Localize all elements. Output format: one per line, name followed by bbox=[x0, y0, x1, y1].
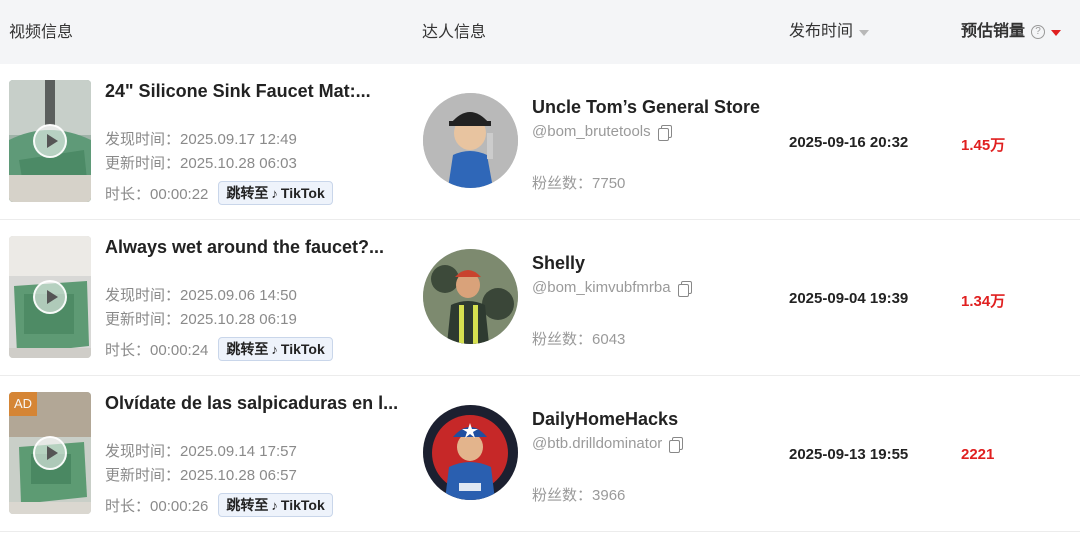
creator-name[interactable]: Uncle Tom’s General Store bbox=[532, 97, 760, 118]
discovered-value: 2025.09.06 14:50 bbox=[180, 287, 297, 304]
follower-count: 粉丝数：6043 bbox=[532, 328, 625, 349]
creator-name[interactable]: Shelly bbox=[532, 253, 585, 274]
publish-time: 2025-09-04 19:39 bbox=[789, 290, 909, 307]
discovered-value: 2025.09.14 17:57 bbox=[180, 443, 297, 460]
video-title[interactable]: Always wet around the faucet?... bbox=[105, 237, 384, 258]
video-title[interactable]: Olvídate de las salpicaduras en l... bbox=[105, 393, 398, 414]
creator-handle: @btb.drilldominator bbox=[532, 435, 684, 453]
duration-label: 时长： bbox=[105, 341, 151, 359]
duration: 时长：00:00:24 bbox=[105, 339, 208, 360]
tiktok-icon: ♪ bbox=[271, 185, 278, 201]
publish-time: 2025-09-13 19:55 bbox=[789, 446, 909, 463]
discovered-value: 2025.09.17 12:49 bbox=[180, 131, 297, 148]
jump-to-tiktok-button[interactable]: 跳转至 ♪ TikTok bbox=[218, 493, 333, 517]
sort-down-icon[interactable] bbox=[859, 30, 870, 36]
column-header-creator-info: 达人信息 bbox=[422, 24, 487, 41]
duration: 时长：00:00:26 bbox=[105, 495, 208, 516]
avatar[interactable] bbox=[423, 405, 518, 500]
discovered-label: 发现时间： bbox=[105, 443, 181, 460]
follower-count: 粉丝数：3966 bbox=[532, 484, 625, 505]
copy-icon[interactable] bbox=[677, 280, 692, 297]
discovered-label: 发现时间： bbox=[105, 287, 181, 304]
estimated-sales-label: 预估销量 bbox=[961, 23, 1026, 40]
jump-to-tiktok-button[interactable]: 跳转至 ♪ TikTok bbox=[218, 181, 333, 205]
jump-to-label: 跳转至 bbox=[226, 497, 269, 513]
publish-time: 2025-09-16 20:32 bbox=[789, 134, 909, 151]
updated-label: 更新时间： bbox=[105, 155, 181, 172]
duration-value: 00:00:24 bbox=[150, 341, 209, 359]
discovered-time: 发现时间：2025.09.17 12:49 bbox=[105, 128, 297, 149]
avatar-image bbox=[423, 405, 518, 500]
video-title[interactable]: 24" Silicone Sink Faucet Mat:... bbox=[105, 81, 371, 102]
updated-value: 2025.10.28 06:03 bbox=[180, 155, 297, 172]
estimated-sales: 2221 bbox=[961, 446, 995, 463]
fans-value: 3966 bbox=[592, 487, 626, 504]
fans-label: 粉丝数： bbox=[532, 487, 593, 504]
sort-down-icon[interactable] bbox=[1051, 30, 1062, 36]
duration-row: 时长：00:00:22 跳转至 ♪ TikTok bbox=[105, 181, 333, 205]
avatar-image bbox=[423, 93, 518, 188]
fans-label: 粉丝数： bbox=[532, 331, 593, 348]
ad-badge: AD bbox=[9, 392, 37, 416]
duration-label: 时长： bbox=[105, 185, 151, 203]
fans-value: 7750 bbox=[592, 175, 626, 192]
table-header: 视频信息 达人信息 发布时间 预估销量 ? bbox=[0, 0, 1080, 64]
table-row: AD Olvídate de las salpicaduras en l... … bbox=[0, 376, 1080, 532]
fans-label: 粉丝数： bbox=[532, 175, 593, 192]
jump-to-label: 跳转至 bbox=[226, 341, 269, 357]
publish-time-label: 发布时间 bbox=[789, 23, 854, 40]
video-thumbnail[interactable] bbox=[9, 236, 91, 358]
duration-row: 时长：00:00:24 跳转至 ♪ TikTok bbox=[105, 337, 333, 361]
creator-handle-text: @bom_kimvubfmrba bbox=[532, 279, 671, 296]
tiktok-label: TikTok bbox=[280, 341, 325, 357]
copy-icon[interactable] bbox=[669, 436, 684, 453]
creator-handle-text: @btb.drilldominator bbox=[532, 435, 663, 452]
table-row: 24" Silicone Sink Faucet Mat:... 发现时间：20… bbox=[0, 64, 1080, 220]
video-thumbnail[interactable] bbox=[9, 80, 91, 202]
duration-value: 00:00:22 bbox=[150, 185, 209, 203]
play-icon[interactable] bbox=[33, 124, 67, 158]
estimated-sales: 1.45万 bbox=[961, 137, 1006, 154]
updated-label: 更新时间： bbox=[105, 467, 181, 484]
tiktok-label: TikTok bbox=[280, 185, 325, 201]
table-row: Always wet around the faucet?... 发现时间：20… bbox=[0, 220, 1080, 376]
jump-to-tiktok-button[interactable]: 跳转至 ♪ TikTok bbox=[218, 337, 333, 361]
discovered-time: 发现时间：2025.09.14 17:57 bbox=[105, 440, 297, 461]
updated-value: 2025.10.28 06:19 bbox=[180, 311, 297, 328]
column-header-publish-time[interactable]: 发布时间 bbox=[789, 0, 870, 64]
column-header-estimated-sales[interactable]: 预估销量 ? bbox=[961, 0, 1062, 64]
fans-value: 6043 bbox=[592, 331, 626, 348]
discovered-label: 发现时间： bbox=[105, 131, 181, 148]
creator-handle: @bom_kimvubfmrba bbox=[532, 279, 692, 297]
updated-label: 更新时间： bbox=[105, 311, 181, 328]
play-icon[interactable] bbox=[33, 280, 67, 314]
video-thumbnail[interactable]: AD bbox=[9, 392, 91, 514]
updated-time: 更新时间：2025.10.28 06:19 bbox=[105, 308, 297, 329]
tiktok-icon: ♪ bbox=[271, 497, 278, 513]
duration-value: 00:00:26 bbox=[150, 497, 209, 515]
tiktok-icon: ♪ bbox=[271, 341, 278, 357]
updated-time: 更新时间：2025.10.28 06:03 bbox=[105, 152, 297, 173]
duration-label: 时长： bbox=[105, 497, 151, 515]
avatar-image bbox=[423, 249, 518, 344]
avatar[interactable] bbox=[423, 249, 518, 344]
copy-icon[interactable] bbox=[657, 124, 672, 141]
jump-to-label: 跳转至 bbox=[226, 185, 269, 201]
duration: 时长：00:00:22 bbox=[105, 183, 208, 204]
play-icon[interactable] bbox=[33, 436, 67, 470]
updated-value: 2025.10.28 06:57 bbox=[180, 467, 297, 484]
follower-count: 粉丝数：7750 bbox=[532, 172, 625, 193]
creator-name[interactable]: DailyHomeHacks bbox=[532, 409, 678, 430]
tiktok-label: TikTok bbox=[280, 497, 325, 513]
creator-handle: @bom_brutetools bbox=[532, 123, 672, 141]
help-icon[interactable]: ? bbox=[1031, 25, 1046, 39]
updated-time: 更新时间：2025.10.28 06:57 bbox=[105, 464, 297, 485]
avatar[interactable] bbox=[423, 93, 518, 188]
duration-row: 时长：00:00:26 跳转至 ♪ TikTok bbox=[105, 493, 333, 517]
estimated-sales: 1.34万 bbox=[961, 293, 1006, 310]
column-header-video-info: 视频信息 bbox=[9, 24, 74, 41]
creator-handle-text: @bom_brutetools bbox=[532, 123, 651, 140]
discovered-time: 发现时间：2025.09.06 14:50 bbox=[105, 284, 297, 305]
